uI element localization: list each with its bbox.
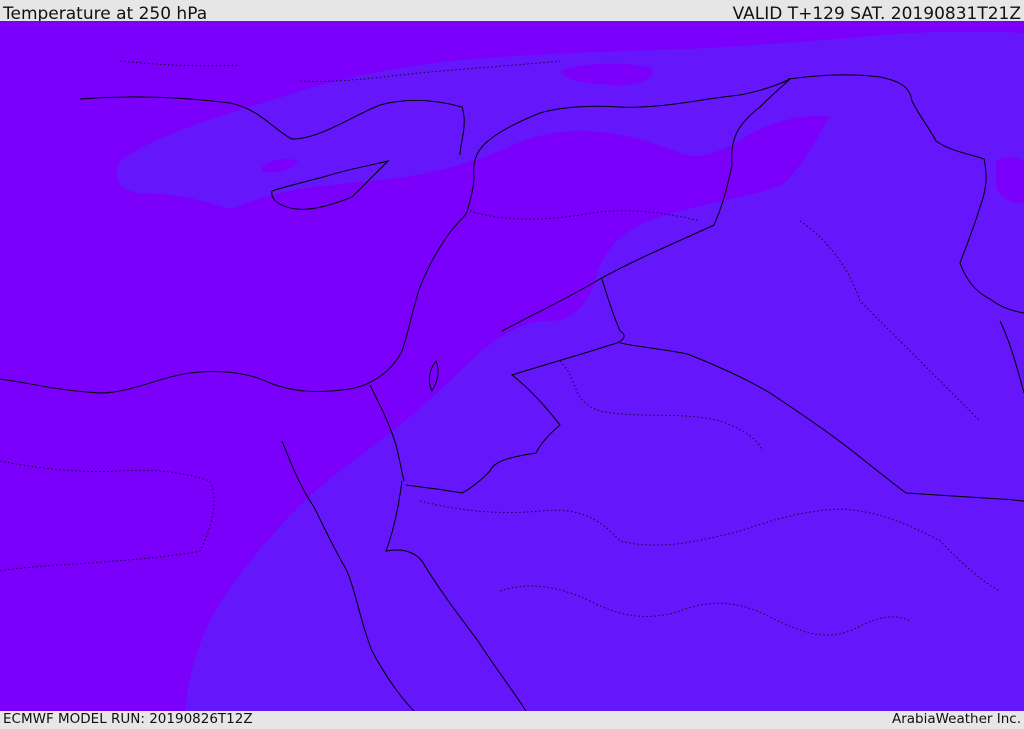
map-frame: Temperature at 250 hPa VALID T+129 SAT. … xyxy=(0,0,1024,729)
temperature-map xyxy=(0,21,1024,711)
model-run: ECMWF MODEL RUN: 20190826T12Z xyxy=(3,711,253,727)
credit-line: ArabiaWeather Inc. xyxy=(891,711,1021,727)
